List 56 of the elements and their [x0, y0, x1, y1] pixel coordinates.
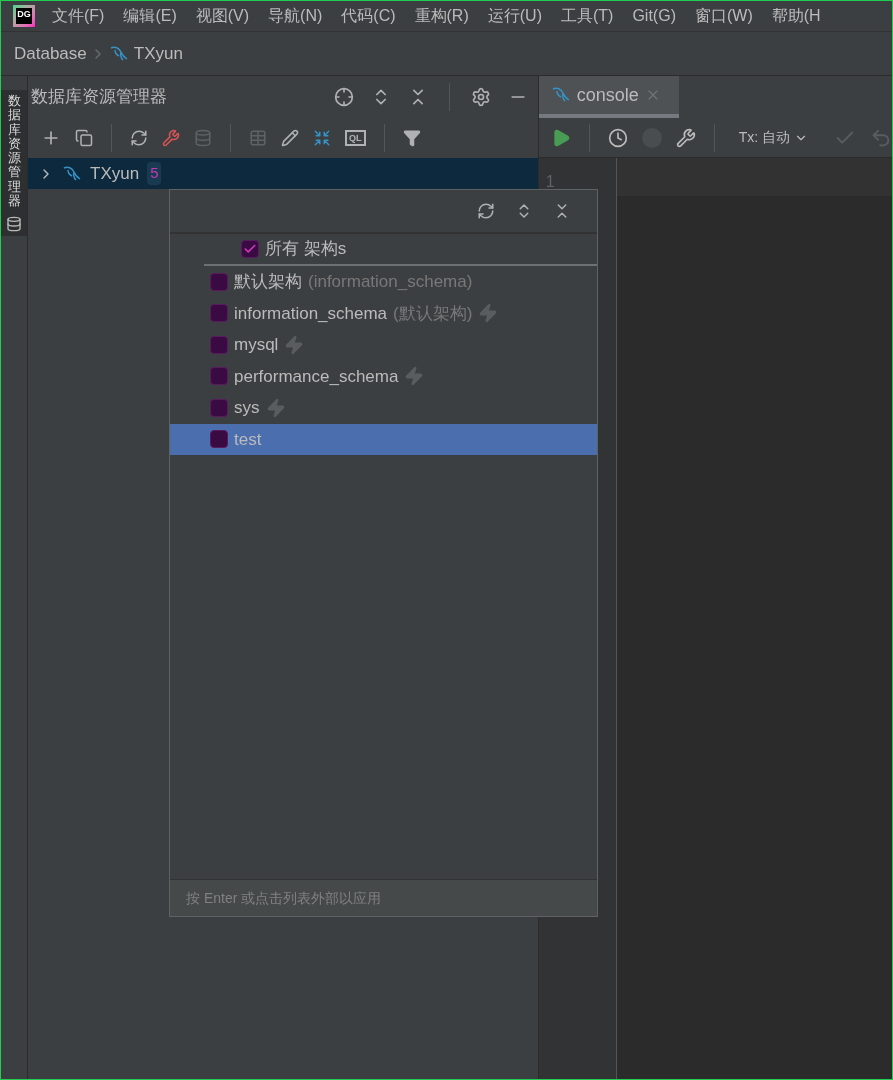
- schema-item[interactable]: 默认架构 (information_schema): [170, 266, 597, 298]
- schema-item[interactable]: information_schema (默认架构): [170, 297, 597, 329]
- schema-note: (默认架构): [393, 302, 473, 325]
- refresh-icon[interactable]: [477, 202, 495, 220]
- wrench-icon[interactable]: [675, 127, 696, 148]
- editor-tab[interactable]: console: [538, 76, 679, 118]
- menu-item[interactable]: 工具(T): [560, 4, 614, 28]
- query-console-icon[interactable]: QL: [345, 129, 366, 146]
- count-badge: 5: [147, 162, 162, 185]
- breadcrumb-item[interactable]: TXyun: [133, 40, 183, 67]
- breadcrumb-item[interactable]: Database: [14, 40, 87, 67]
- transaction-mode-dropdown[interactable]: Tx: 自动: [738, 127, 808, 148]
- app-logo: DG: [13, 5, 35, 27]
- locate-icon[interactable]: [333, 86, 354, 107]
- filter-icon[interactable]: [402, 128, 421, 147]
- schema-item[interactable]: performance_schema: [170, 360, 597, 392]
- tree-item[interactable]: TXyun 5: [28, 158, 538, 189]
- schema-note: (information_schema): [308, 271, 473, 293]
- panel-title: 数据库资源管理器: [31, 85, 168, 108]
- schema-name: information_schema: [234, 302, 388, 325]
- database-icon[interactable]: [6, 216, 22, 233]
- refresh-icon[interactable]: [130, 128, 148, 147]
- menu-item[interactable]: 重构(R): [414, 4, 469, 28]
- schema-name: sys: [234, 397, 260, 419]
- schema-name: 默认架构: [234, 271, 302, 293]
- settings-icon[interactable]: [470, 86, 491, 107]
- checkbox[interactable]: [210, 272, 228, 291]
- copy-icon[interactable]: [75, 128, 93, 147]
- edit-icon[interactable]: [281, 128, 299, 147]
- schema-name: test: [234, 428, 262, 451]
- check-icon: [243, 242, 257, 256]
- checkbox[interactable]: [241, 240, 259, 258]
- menu-item[interactable]: 窗口(W): [694, 4, 753, 28]
- menu-item[interactable]: 帮助(H: [771, 4, 821, 28]
- checkbox[interactable]: [210, 430, 228, 449]
- checkbox[interactable]: [210, 367, 228, 386]
- menu-item[interactable]: 导航(N): [268, 4, 323, 28]
- schema-name: mysql: [234, 334, 279, 356]
- hint-text: 按 Enter 或点击列表外部以应用: [186, 888, 382, 908]
- menu-item[interactable]: 文件(F): [52, 4, 105, 28]
- tree-item-label: TXyun: [90, 162, 140, 185]
- checkbox[interactable]: [210, 304, 228, 323]
- menu-item[interactable]: 运行(U): [487, 4, 542, 28]
- side-tab-label: 数据库资源管理器: [7, 94, 21, 209]
- checkbox[interactable]: [210, 335, 228, 354]
- menu-item[interactable]: Git(G): [632, 4, 676, 28]
- checkbox[interactable]: [210, 398, 228, 417]
- menu-item[interactable]: 编辑(E): [123, 4, 177, 28]
- side-tab[interactable]: 数据库资源管理器: [1, 90, 27, 237]
- schema-item[interactable]: mysql: [170, 329, 597, 361]
- schema-item[interactable]: sys: [170, 392, 597, 424]
- menu-item[interactable]: 代码(C): [341, 4, 396, 28]
- history-icon[interactable]: [607, 127, 628, 148]
- schema-name: performance_schema: [234, 365, 399, 388]
- checkbox-label: 所有 架构s: [265, 238, 347, 261]
- menu-item[interactable]: 视图(V): [195, 4, 250, 28]
